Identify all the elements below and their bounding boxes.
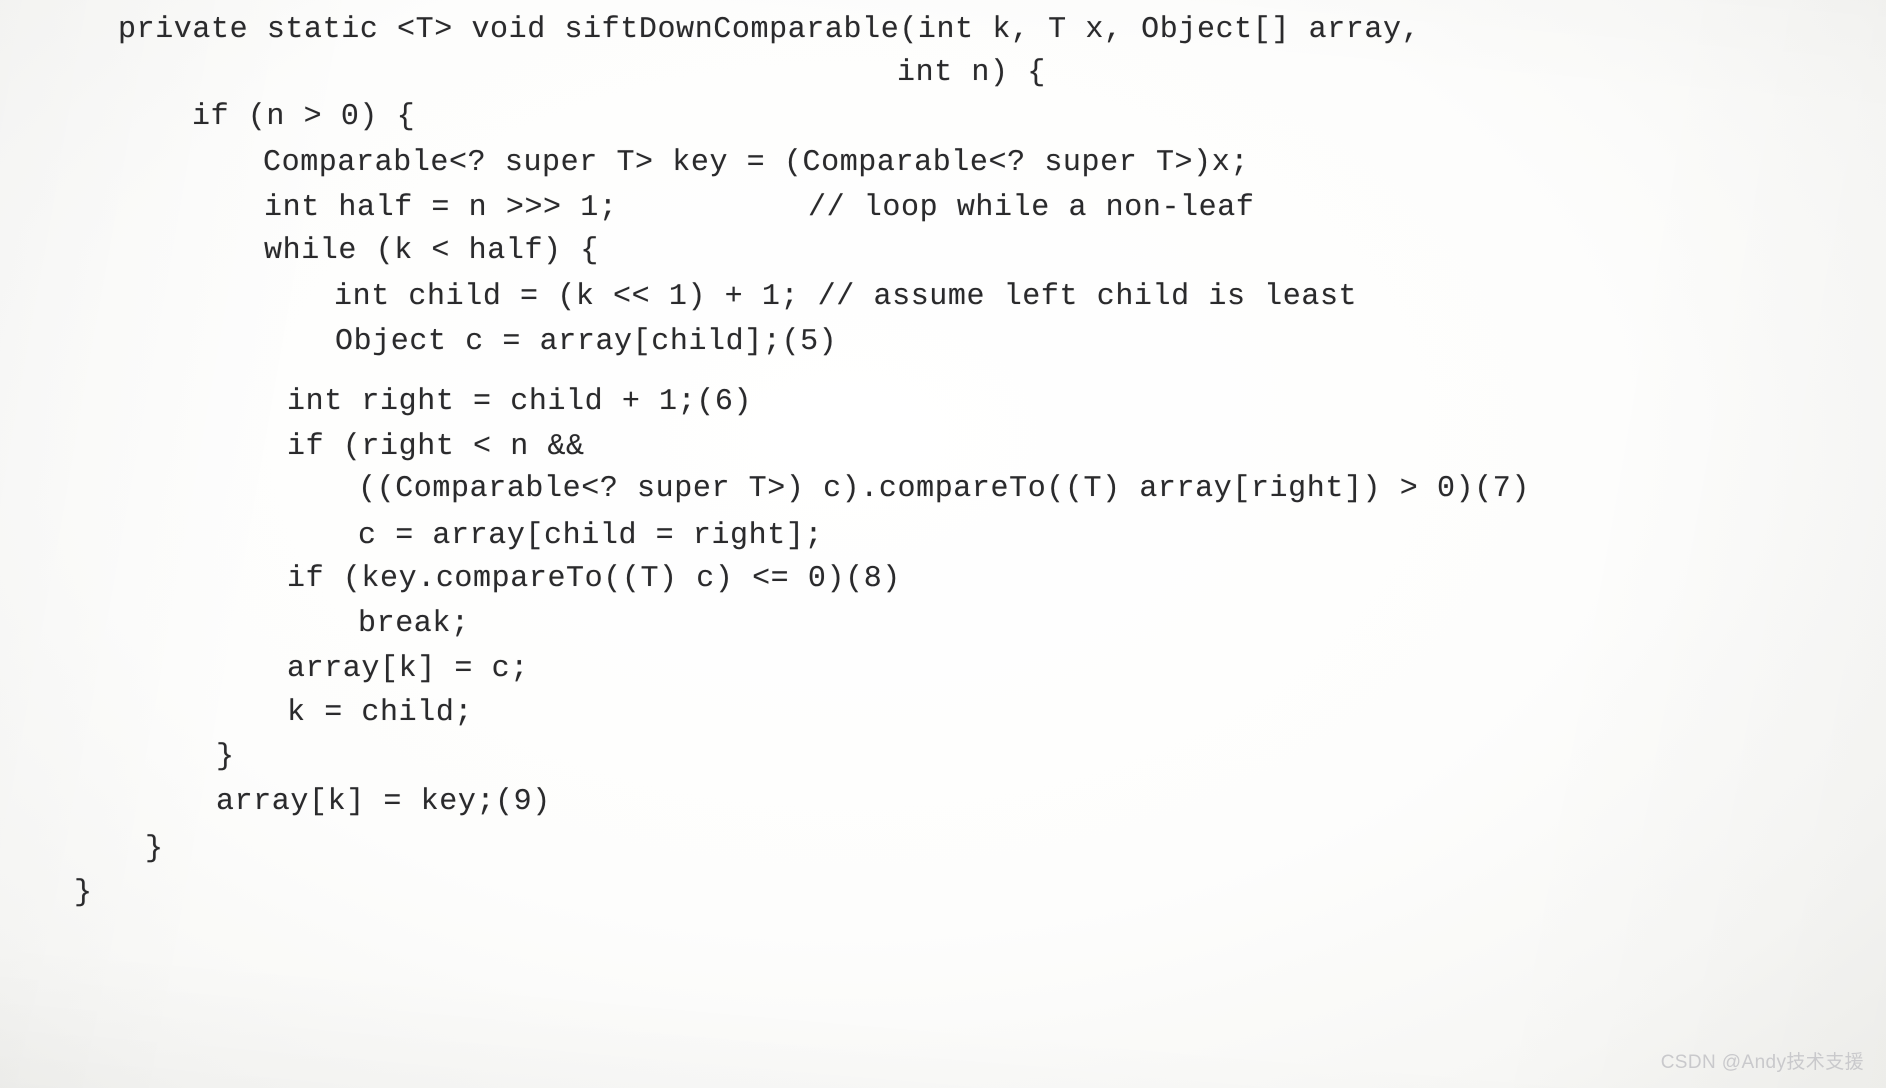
code-line: } xyxy=(74,876,93,910)
code-line: int n) { xyxy=(897,56,1046,90)
code-line: int child = (k << 1) + 1; // assume left… xyxy=(334,280,1358,314)
code-line: int right = child + 1;(6) xyxy=(287,385,753,419)
code-line: array[k] = key;(9) xyxy=(216,785,551,819)
code-line: // loop while a non-leaf xyxy=(808,191,1255,225)
code-line: c = array[child = right]; xyxy=(358,519,824,553)
code-line: private static <T> void siftDownComparab… xyxy=(118,13,1421,47)
scanned-page: private static <T> void siftDownComparab… xyxy=(0,0,1886,1088)
code-line: if (n > 0) { xyxy=(192,100,416,134)
code-listing: private static <T> void siftDownComparab… xyxy=(0,0,1886,1088)
code-line: if (right < n && xyxy=(287,430,585,464)
code-line: if (key.compareTo((T) c) <= 0)(8) xyxy=(287,562,901,596)
code-line: while (k < half) { xyxy=(264,234,599,268)
code-line: Object c = array[child];(5) xyxy=(335,325,838,359)
code-line: int half = n >>> 1; xyxy=(264,191,618,225)
code-line: Comparable<? super T> key = (Comparable<… xyxy=(263,146,1249,180)
code-line: array[k] = c; xyxy=(287,652,529,686)
code-line: } xyxy=(216,740,235,774)
code-line: ((Comparable<? super T>) c).compareTo((T… xyxy=(358,472,1530,506)
code-line: break; xyxy=(358,607,470,641)
csdn-watermark: CSDN @Andy技术支援 xyxy=(1660,1052,1864,1073)
code-line: } xyxy=(145,832,164,866)
code-line: k = child; xyxy=(287,696,474,730)
